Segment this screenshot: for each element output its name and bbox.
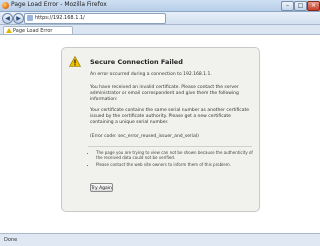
- tab-page-load-error[interactable]: Page Load Error: [3, 26, 73, 34]
- error-code: (Error code: sec_error_reused_issuer_and…: [90, 134, 199, 139]
- error-message: You have received an invalid certificate…: [90, 85, 239, 102]
- try-again-button[interactable]: Try Again: [90, 183, 113, 192]
- site-identity-icon[interactable]: [27, 15, 33, 21]
- tab-strip: Page Load Error: [0, 25, 320, 35]
- status-text: Done: [4, 237, 18, 243]
- error-panel: Secure Connection Failed An error occurr…: [61, 47, 260, 212]
- list-item: The page you are trying to view can not …: [96, 150, 256, 160]
- navigation-toolbar: ◀ ▶ https://192.168.1.1/: [0, 12, 320, 25]
- maximize-button[interactable]: □: [294, 1, 307, 11]
- close-button[interactable]: ×: [307, 1, 320, 11]
- title-bar: Page Load Error - Mozilla Firefox – □ ×: [0, 0, 320, 12]
- error-title: Secure Connection Failed: [90, 58, 183, 66]
- page-content: Secure Connection Failed An error occurr…: [0, 35, 320, 233]
- firefox-icon: [2, 2, 9, 9]
- minimize-button[interactable]: –: [281, 1, 294, 11]
- address-url: https://192.168.1.1/: [35, 15, 85, 21]
- status-bar: Done: [0, 233, 320, 246]
- error-help-list: The page you are trying to view can not …: [90, 150, 256, 169]
- error-detail: Your certificate contains the same seria…: [90, 108, 250, 125]
- back-button[interactable]: ◀: [2, 13, 13, 24]
- warning-icon: [6, 28, 12, 33]
- error-intro: An error occurred during a connection to…: [90, 72, 212, 77]
- divider: [88, 146, 252, 147]
- address-bar[interactable]: https://192.168.1.1/: [24, 13, 166, 24]
- tab-label: Page Load Error: [13, 28, 53, 34]
- forward-button[interactable]: ▶: [13, 13, 24, 24]
- window-title: Page Load Error - Mozilla Firefox: [11, 1, 107, 8]
- warning-icon: [69, 56, 81, 67]
- list-item: Please contact the web site owners to in…: [96, 162, 256, 167]
